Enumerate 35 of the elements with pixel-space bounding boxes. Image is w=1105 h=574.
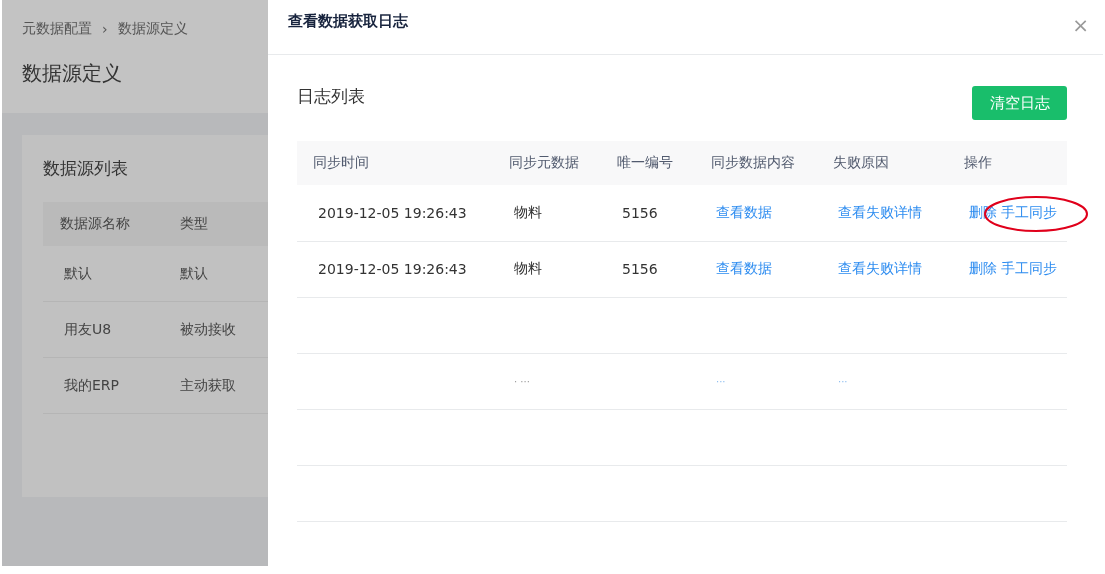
failure-details-link[interactable]: ···	[838, 375, 848, 387]
view-data-link[interactable]: 查看数据	[716, 203, 772, 220]
section-title: 日志列表	[297, 84, 365, 108]
table-cell: 用友U8	[43, 301, 180, 358]
table-cell: 物料	[514, 203, 542, 220]
breadcrumb-link[interactable]: 元数据配置	[22, 20, 92, 38]
column-header: 同步元数据	[493, 141, 601, 185]
manual-sync-link[interactable]: 手工同步	[1001, 260, 1058, 276]
card-title: 数据源列表	[43, 157, 129, 180]
table-cell: 默认	[43, 246, 180, 302]
column-header: 同步数据内容	[695, 141, 817, 185]
view-data-link[interactable]: ···	[716, 375, 726, 387]
table-cell: 物料	[514, 260, 542, 276]
breadcrumb-current: 数据源定义	[117, 20, 188, 38]
column-header: 失败原因	[817, 141, 948, 185]
breadcrumb-separator: ›	[102, 21, 108, 37]
column-header: 同步时间	[297, 141, 493, 185]
clear-log-button[interactable]: 清空日志	[972, 86, 1067, 120]
page-title: 数据源定义	[22, 60, 123, 87]
close-icon[interactable]: ×	[1072, 13, 1089, 37]
column-header: 数据源名称	[43, 202, 180, 246]
column-header: 类型	[179, 202, 268, 246]
failure-details-link[interactable]: 查看失败详情	[838, 203, 922, 220]
view-data-link[interactable]: 查看数据	[716, 260, 772, 276]
drawer-title: 查看数据获取日志	[288, 11, 408, 31]
table-cell: 2019-12-05 19:26:43	[318, 261, 467, 277]
failure-details-link[interactable]: 查看失败详情	[838, 260, 922, 276]
table-cell: · ···	[514, 375, 530, 387]
table-cell: 我的ERP	[43, 357, 180, 414]
column-header: 唯一编号	[601, 141, 695, 185]
table-cell: 5156	[622, 261, 658, 277]
column-header: 操作	[948, 141, 1067, 185]
table-cell: 2019-12-05 19:26:43	[318, 204, 467, 221]
table-cell: 5156	[622, 204, 658, 221]
delete-link[interactable]: 删除	[969, 260, 997, 276]
